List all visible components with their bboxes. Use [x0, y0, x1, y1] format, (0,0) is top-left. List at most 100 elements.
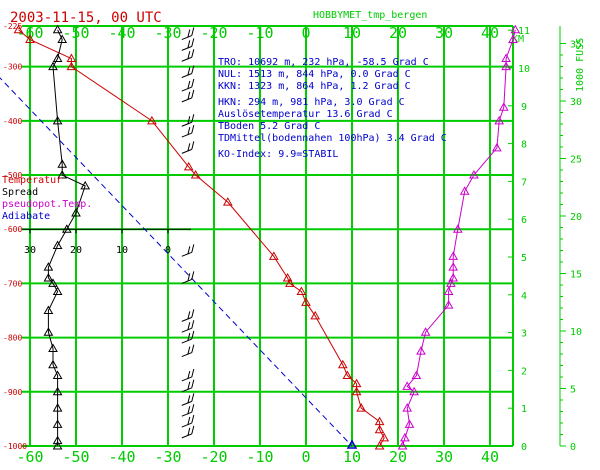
legend-temperatur: Temperatur — [2, 175, 62, 186]
temp-tick-label-bottom: 30 — [435, 448, 453, 466]
temp-tick-label-top: -30 — [154, 24, 181, 42]
wind-barb-icon — [181, 132, 192, 138]
wind-barb-icon — [181, 97, 192, 103]
pressure-tick-label: -700 — [3, 279, 22, 288]
wind-barb-icon — [181, 400, 192, 406]
temp-tick-label-top: -20 — [200, 24, 227, 42]
km-tick-label: 8 — [521, 140, 527, 151]
wind-barb-feather — [191, 141, 195, 150]
km-tick-label: 2 — [521, 366, 527, 377]
temp-tick-label-bottom: -20 — [200, 448, 227, 466]
temp-tick-label-top: -10 — [246, 24, 273, 42]
wind-barb-icon — [181, 251, 192, 257]
wind-barb-icon — [181, 376, 192, 382]
wind-barb-feather — [191, 379, 195, 388]
wind-barb-feather — [191, 344, 195, 353]
legend-adiabate: Adiabate — [2, 211, 50, 222]
wind-barb-icon — [181, 45, 192, 51]
wind-barb-feather — [191, 244, 195, 253]
wind-barb-feather — [191, 320, 195, 329]
fuss-tick-label: 10 — [570, 327, 582, 338]
temp-tick-label-top: 40 — [481, 24, 499, 42]
temp-tick-label-top: 30 — [435, 24, 453, 42]
km-tick-label: 0 — [521, 442, 527, 453]
wind-barb-feather — [191, 38, 195, 47]
wind-barb-feather — [191, 49, 195, 58]
wind-barb-feather — [191, 404, 195, 413]
fuss-tick-label: 30 — [570, 97, 582, 108]
fuss-tick-label: 20 — [570, 212, 582, 223]
temp-tick-label-bottom: -40 — [108, 448, 135, 466]
wind-barb-icon — [181, 316, 192, 322]
spread-tick-label: 30 — [24, 245, 36, 256]
wind-barb-icon — [181, 121, 192, 127]
wind-barb-icon — [181, 422, 192, 428]
sounding-chart: 01234567891011KM051015202530351000 FUSS-… — [0, 10, 586, 466]
series-spread-line — [47, 29, 86, 446]
km-tick-label: 7 — [521, 177, 527, 188]
wind-barb-feather — [191, 393, 195, 402]
pressure-tick-label: -400 — [3, 117, 22, 126]
spread-tick-label: 20 — [70, 245, 82, 256]
info-box: TRO: 10692 m, 232 hPa, -58.5 Grad C NUL:… — [218, 57, 447, 160]
wind-barb-icon — [181, 56, 192, 62]
fuss-tick-label: 15 — [570, 270, 582, 281]
wind-barb-feather — [191, 425, 195, 434]
temp-tick-label-bottom: 40 — [481, 448, 499, 466]
km-tick-label: 1 — [521, 404, 527, 415]
temp-tick-label-bottom: -50 — [62, 448, 89, 466]
temp-tick-label-bottom: -30 — [154, 448, 181, 466]
legend-pseudopot: pseudopot.Temp. — [2, 199, 92, 210]
wind-barb-feather — [191, 368, 195, 378]
km-tick-label: 9 — [521, 102, 527, 113]
wind-barb-icon — [181, 73, 192, 78]
temp-tick-label-top: 0 — [301, 24, 310, 42]
wind-barb-feather — [191, 89, 195, 98]
fuss-axis-label: 1000 FUSS — [575, 38, 586, 92]
info-line: KKN: 1323 m, 864 hPa, 1.2 Grad C — [218, 81, 411, 92]
pressure-tick-label: -900 — [3, 388, 22, 397]
km-tick-label: 10 — [518, 64, 530, 75]
temp-tick-label-bottom: 10 — [343, 448, 361, 466]
wind-barb-icon — [181, 352, 192, 358]
wind-barb-feather — [191, 27, 195, 36]
temp-tick-label-top: -50 — [62, 24, 89, 42]
wind-barb-icon — [181, 86, 192, 92]
fuss-tick-label: 0 — [570, 442, 576, 453]
wind-barb-icon — [181, 327, 192, 333]
legend-spread: Spread — [2, 187, 38, 198]
wind-barb-icon — [181, 433, 192, 439]
wind-barbs — [181, 27, 195, 439]
info-line: Auslösetemperatur 13.6 Grad C — [218, 109, 393, 120]
info-line: NUL: 1513 m, 844 hPa, 0.0 Grad C — [218, 69, 411, 80]
info-line: TBoden 5.2 Grad C — [218, 121, 320, 132]
km-tick-label: 6 — [521, 215, 527, 226]
series-temperatur-line — [18, 29, 385, 447]
info-line: HKN: 294 m, 981 hPa, 3.0 Grad C — [218, 97, 405, 108]
pressure-tick-label: -1000 — [3, 442, 27, 451]
pressure-tick-label: -800 — [3, 334, 22, 343]
wind-barb-icon — [181, 35, 192, 41]
wind-barb-icon — [181, 411, 192, 417]
wind-barb-feather — [191, 78, 195, 88]
station-title: HOBBYMET_tmp_bergen — [313, 10, 427, 21]
date-title: 2003-11-15, 00 UTC — [10, 10, 162, 26]
temp-tick-label-bottom: -10 — [246, 448, 273, 466]
km-tick-label: 4 — [521, 291, 527, 302]
legend: Temperatur Spread pseudopot.Temp. Adiaba… — [2, 175, 92, 222]
temp-tick-label-bottom: 20 — [389, 448, 407, 466]
wind-barb-icon — [181, 148, 192, 154]
fuss-tick-label: 5 — [570, 385, 576, 396]
wind-barb-icon — [181, 338, 192, 344]
temp-tick-label-top: 10 — [343, 24, 361, 42]
info-line: TRO: 10692 m, 232 hPa, -58.5 Grad C — [218, 57, 429, 68]
temp-tick-label-top: 20 — [389, 24, 407, 42]
fuss-tick-label: 25 — [570, 155, 582, 166]
info-line: TDMittel(bodennahen 100hPa) 3.4 Grad C — [218, 133, 447, 144]
spread-tick-label: 10 — [116, 245, 128, 256]
temp-tick-label-bottom: 0 — [301, 448, 310, 466]
temp-tick-label-top: -40 — [108, 24, 135, 42]
wind-barb-feather — [191, 271, 195, 280]
km-tick-label: 5 — [521, 253, 527, 264]
pressure-tick-label: -300 — [3, 63, 22, 72]
